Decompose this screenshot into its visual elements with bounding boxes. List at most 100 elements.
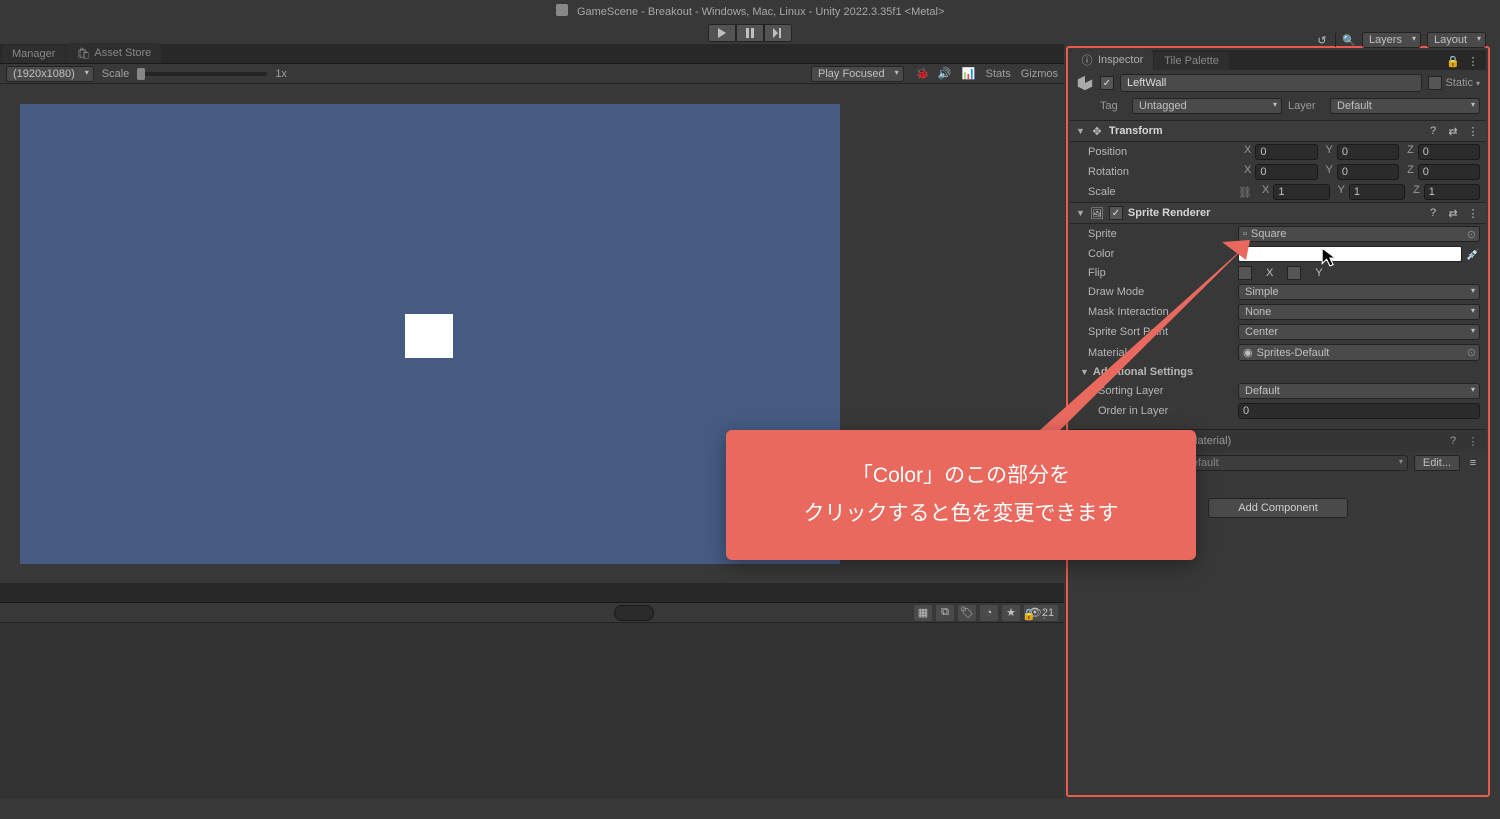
console-star-icon[interactable]: ★: [1002, 605, 1020, 621]
sort-point-dropdown[interactable]: Center: [1238, 324, 1480, 340]
sprite-renderer-icon: 🖼: [1090, 206, 1104, 220]
console-plus-icon[interactable]: ⧉: [936, 605, 954, 621]
transform-icon: ✥: [1090, 124, 1104, 138]
annotation-callout: 「Color」のこの部分を クリックすると色を変更できます: [726, 430, 1196, 560]
rot-y-input[interactable]: 0: [1337, 164, 1399, 180]
play-controls-bar: [0, 22, 1500, 44]
scale-z-input[interactable]: 1: [1424, 184, 1480, 200]
enabled-checkbox[interactable]: [1100, 76, 1114, 90]
console-tag-icon[interactable]: 🏷: [958, 605, 976, 621]
play-button[interactable]: [708, 24, 736, 42]
transform-header[interactable]: ▼ ✥ Transform ? ⇄ ⋮: [1070, 120, 1486, 142]
sorting-layer-label: Sorting Layer: [1098, 385, 1234, 397]
window-title: GameScene - Breakout - Windows, Mac, Lin…: [577, 6, 944, 18]
cursor-icon: [1320, 246, 1342, 268]
step-button[interactable]: [764, 24, 792, 42]
rot-z-input[interactable]: 0: [1418, 164, 1480, 180]
order-layer-input[interactable]: 0: [1238, 403, 1480, 419]
kebab-icon[interactable]: ⋮: [1466, 124, 1480, 138]
bottom-toolbar: ▦ ⧉ 🏷 ◔ ★ 👁 21: [0, 603, 1064, 623]
game-tab-bar: Manager 🛍 Asset Store: [0, 44, 1064, 64]
tab-asset-store[interactable]: 🛍 Asset Store: [66, 43, 161, 63]
pos-z-input[interactable]: 0: [1418, 144, 1480, 160]
undo-history-icon[interactable]: ↺: [1315, 33, 1329, 47]
game-view-canvas[interactable]: [20, 104, 840, 564]
callout-line2: クリックすると色を変更できます: [804, 495, 1119, 533]
bottom-tab-bar: [0, 583, 1064, 603]
help-icon[interactable]: ?: [1426, 206, 1440, 220]
scale-slider[interactable]: [137, 72, 267, 76]
gizmos-button[interactable]: Gizmos: [1021, 68, 1058, 80]
foldout-icon[interactable]: ▼: [1080, 367, 1089, 377]
object-name-input[interactable]: LeftWall: [1120, 74, 1422, 92]
search-icon[interactable]: 🔍: [1342, 33, 1356, 47]
position-label: Position: [1088, 146, 1234, 158]
eyedropper-icon[interactable]: 💉: [1466, 248, 1480, 261]
scale-label: Scale: [102, 68, 130, 80]
audio-icon[interactable]: 🔊: [938, 67, 952, 81]
info-icon: ⓘ: [1080, 53, 1094, 67]
order-layer-label: Order in Layer: [1098, 405, 1234, 417]
color-field[interactable]: [1238, 246, 1462, 262]
preset-icon[interactable]: ⇄: [1446, 124, 1460, 138]
rot-x-input[interactable]: 0: [1255, 164, 1317, 180]
stats-button[interactable]: Stats: [986, 68, 1011, 80]
console-body: 🔒 ⋮: [0, 623, 1064, 799]
scale-label: Scale: [1088, 186, 1234, 198]
help-icon[interactable]: ?: [1426, 124, 1440, 138]
tab-manager[interactable]: Manager: [2, 45, 65, 63]
sorting-layer-dropdown[interactable]: Default: [1238, 383, 1480, 399]
layer-dropdown[interactable]: Default: [1330, 98, 1480, 114]
mask-dropdown[interactable]: None: [1238, 304, 1480, 320]
material-field[interactable]: ◉Sprites-Default: [1238, 344, 1480, 361]
component-enabled-checkbox[interactable]: [1109, 206, 1123, 220]
tag-label: Tag: [1100, 100, 1126, 112]
resolution-dropdown[interactable]: (1920x1080): [6, 66, 94, 82]
lock-icon[interactable]: 🔒 ⋮: [1022, 608, 1050, 621]
pause-button[interactable]: [736, 24, 764, 42]
sprite-field[interactable]: ▫Square: [1238, 226, 1480, 242]
pos-y-input[interactable]: 0: [1337, 144, 1399, 160]
layer-label: Layer: [1288, 100, 1324, 112]
game-toolbar: (1920x1080) Scale 1x Play Focused 🐞 🔊 📊 …: [0, 64, 1064, 84]
draw-mode-dropdown[interactable]: Simple: [1238, 284, 1480, 300]
console-clock-icon[interactable]: ◔: [980, 605, 998, 621]
console-filter-icon[interactable]: ▦: [914, 605, 932, 621]
lock-icon[interactable]: 🔒: [1446, 54, 1460, 68]
sprite-label: Sprite: [1088, 228, 1234, 240]
edit-button[interactable]: Edit...: [1414, 455, 1460, 471]
kebab-icon[interactable]: ⋮: [1466, 206, 1480, 220]
foldout-icon[interactable]: ▼: [1076, 126, 1085, 136]
callout-line1: 「Color」のこの部分を: [852, 457, 1070, 495]
foldout-icon[interactable]: ▼: [1076, 208, 1085, 218]
menu-icon[interactable]: ≡: [1466, 456, 1480, 470]
play-focused-dropdown[interactable]: Play Focused: [811, 66, 904, 82]
gameobject-icon: [1076, 74, 1094, 92]
constrain-icon[interactable]: ⛓: [1238, 186, 1252, 199]
layers-dropdown[interactable]: Layers: [1362, 32, 1421, 48]
static-checkbox[interactable]: [1428, 76, 1442, 90]
kebab-icon[interactable]: ⋮: [1466, 434, 1480, 448]
sprite-renderer-header[interactable]: ▼ 🖼 Sprite Renderer ? ⇄ ⋮: [1070, 202, 1486, 224]
layout-dropdown[interactable]: Layout: [1427, 32, 1486, 48]
metrics-icon[interactable]: 📊: [962, 67, 976, 81]
add-component-button[interactable]: Add Component: [1208, 498, 1348, 518]
bug-icon[interactable]: 🐞: [916, 67, 930, 81]
scale-y-input[interactable]: 1: [1349, 184, 1405, 200]
pos-x-input[interactable]: 0: [1255, 144, 1317, 160]
additional-label: Additional Settings: [1093, 366, 1239, 378]
window-title-bar: GameScene - Breakout - Windows, Mac, Lin…: [0, 0, 1500, 22]
kebab-icon[interactable]: ⋮: [1466, 54, 1480, 68]
tab-inspector[interactable]: ⓘ Inspector: [1070, 50, 1153, 70]
tab-tile-palette[interactable]: Tile Palette: [1154, 52, 1229, 70]
tag-dropdown[interactable]: Untagged: [1132, 98, 1282, 114]
help-icon[interactable]: ?: [1446, 434, 1460, 448]
flip-label: Flip: [1088, 267, 1234, 279]
scale-value: 1x: [275, 68, 287, 80]
console-search[interactable]: [614, 605, 654, 621]
preset-icon[interactable]: ⇄: [1446, 206, 1460, 220]
color-label: Color: [1088, 248, 1234, 260]
flip-y-checkbox[interactable]: [1287, 266, 1301, 280]
scale-x-input[interactable]: 1: [1273, 184, 1329, 200]
flip-x-checkbox[interactable]: [1238, 266, 1252, 280]
